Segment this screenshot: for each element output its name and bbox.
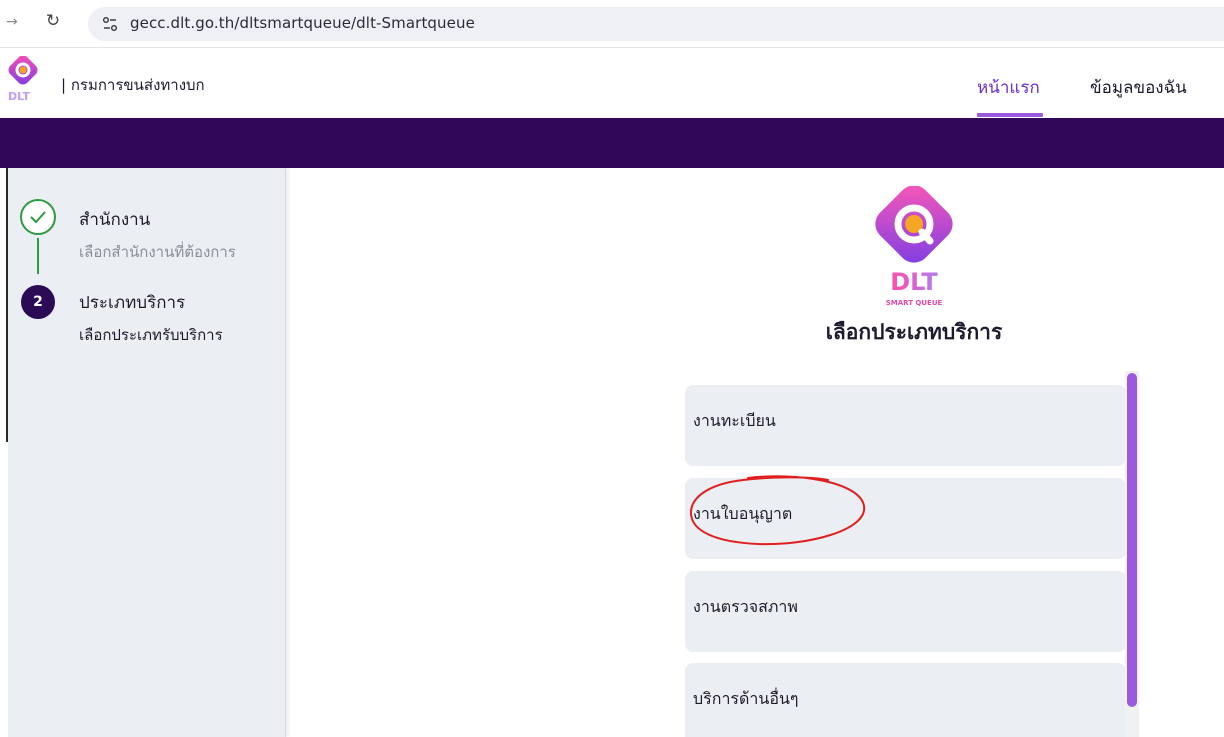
logo-large-subtext: SMART QUEUE [886, 299, 943, 307]
service-label: บริการด้านอื่นๆ [693, 689, 799, 708]
address-bar[interactable]: gecc.dlt.go.th/dltsmartqueue/dlt-Smartqu… [88, 7, 1224, 41]
site-header: DLT | กรมการขนส่งทางบก หน้าแรก ข้อมูลของ… [0, 49, 1224, 118]
service-card-inspection[interactable]: งานตรวจสภาพ [685, 571, 1126, 652]
service-card-registration[interactable]: งานทะเบียน [685, 385, 1126, 466]
service-card-other[interactable]: บริการด้านอื่นๆ [685, 663, 1126, 737]
step-connector [37, 238, 39, 274]
service-label: งานตรวจสภาพ [693, 597, 798, 616]
dlt-logo[interactable]: DLT [6, 56, 44, 112]
step-service-title: ประเภทบริการ [79, 293, 186, 313]
header-band [0, 118, 1224, 168]
org-name: | กรมการขนส่งทางบก [61, 76, 205, 94]
check-icon [30, 211, 46, 224]
reload-icon[interactable]: ↻ [42, 10, 64, 32]
step-number-badge: 2 [21, 285, 55, 319]
logo-large-text: DLT [890, 268, 938, 296]
service-card-license[interactable]: งานใบอนุญาต [685, 478, 1126, 559]
forward-icon[interactable]: → [6, 14, 20, 30]
nav-home-link[interactable]: หน้าแรก [977, 74, 1040, 101]
page-title: เลือกประเภทบริการ [825, 320, 1003, 344]
step-office-subtitle: เลือกสำนักงานที่ต้องการ [79, 243, 236, 261]
url-text[interactable]: gecc.dlt.go.th/dltsmartqueue/dlt-Smartqu… [130, 14, 475, 32]
nav-profile-link[interactable]: ข้อมูลของฉัน [1090, 74, 1187, 101]
step-complete-icon [20, 199, 56, 235]
scrollbar-thumb[interactable] [1127, 373, 1137, 707]
service-label: งานทะเบียน [693, 411, 776, 430]
service-label: งานใบอนุญาต [693, 504, 793, 523]
step-service-subtitle: เลือกประเภทรับบริการ [79, 326, 223, 344]
logo-small-text: DLT [8, 90, 30, 103]
service-list: งานทะเบียน งานใบอนุญาต งานตรวจสภาพ บริกา… [685, 385, 1126, 737]
browser-toolbar: → ↻ gecc.dlt.go.th/dltsmartqueue/dlt-Sma… [0, 0, 1224, 48]
site-settings-icon[interactable] [102, 16, 118, 32]
step-office-title[interactable]: สำนักงาน [79, 206, 150, 233]
dlt-smart-queue-logo: DLT SMART QUEUE [875, 186, 953, 307]
active-nav-indicator [977, 113, 1043, 117]
